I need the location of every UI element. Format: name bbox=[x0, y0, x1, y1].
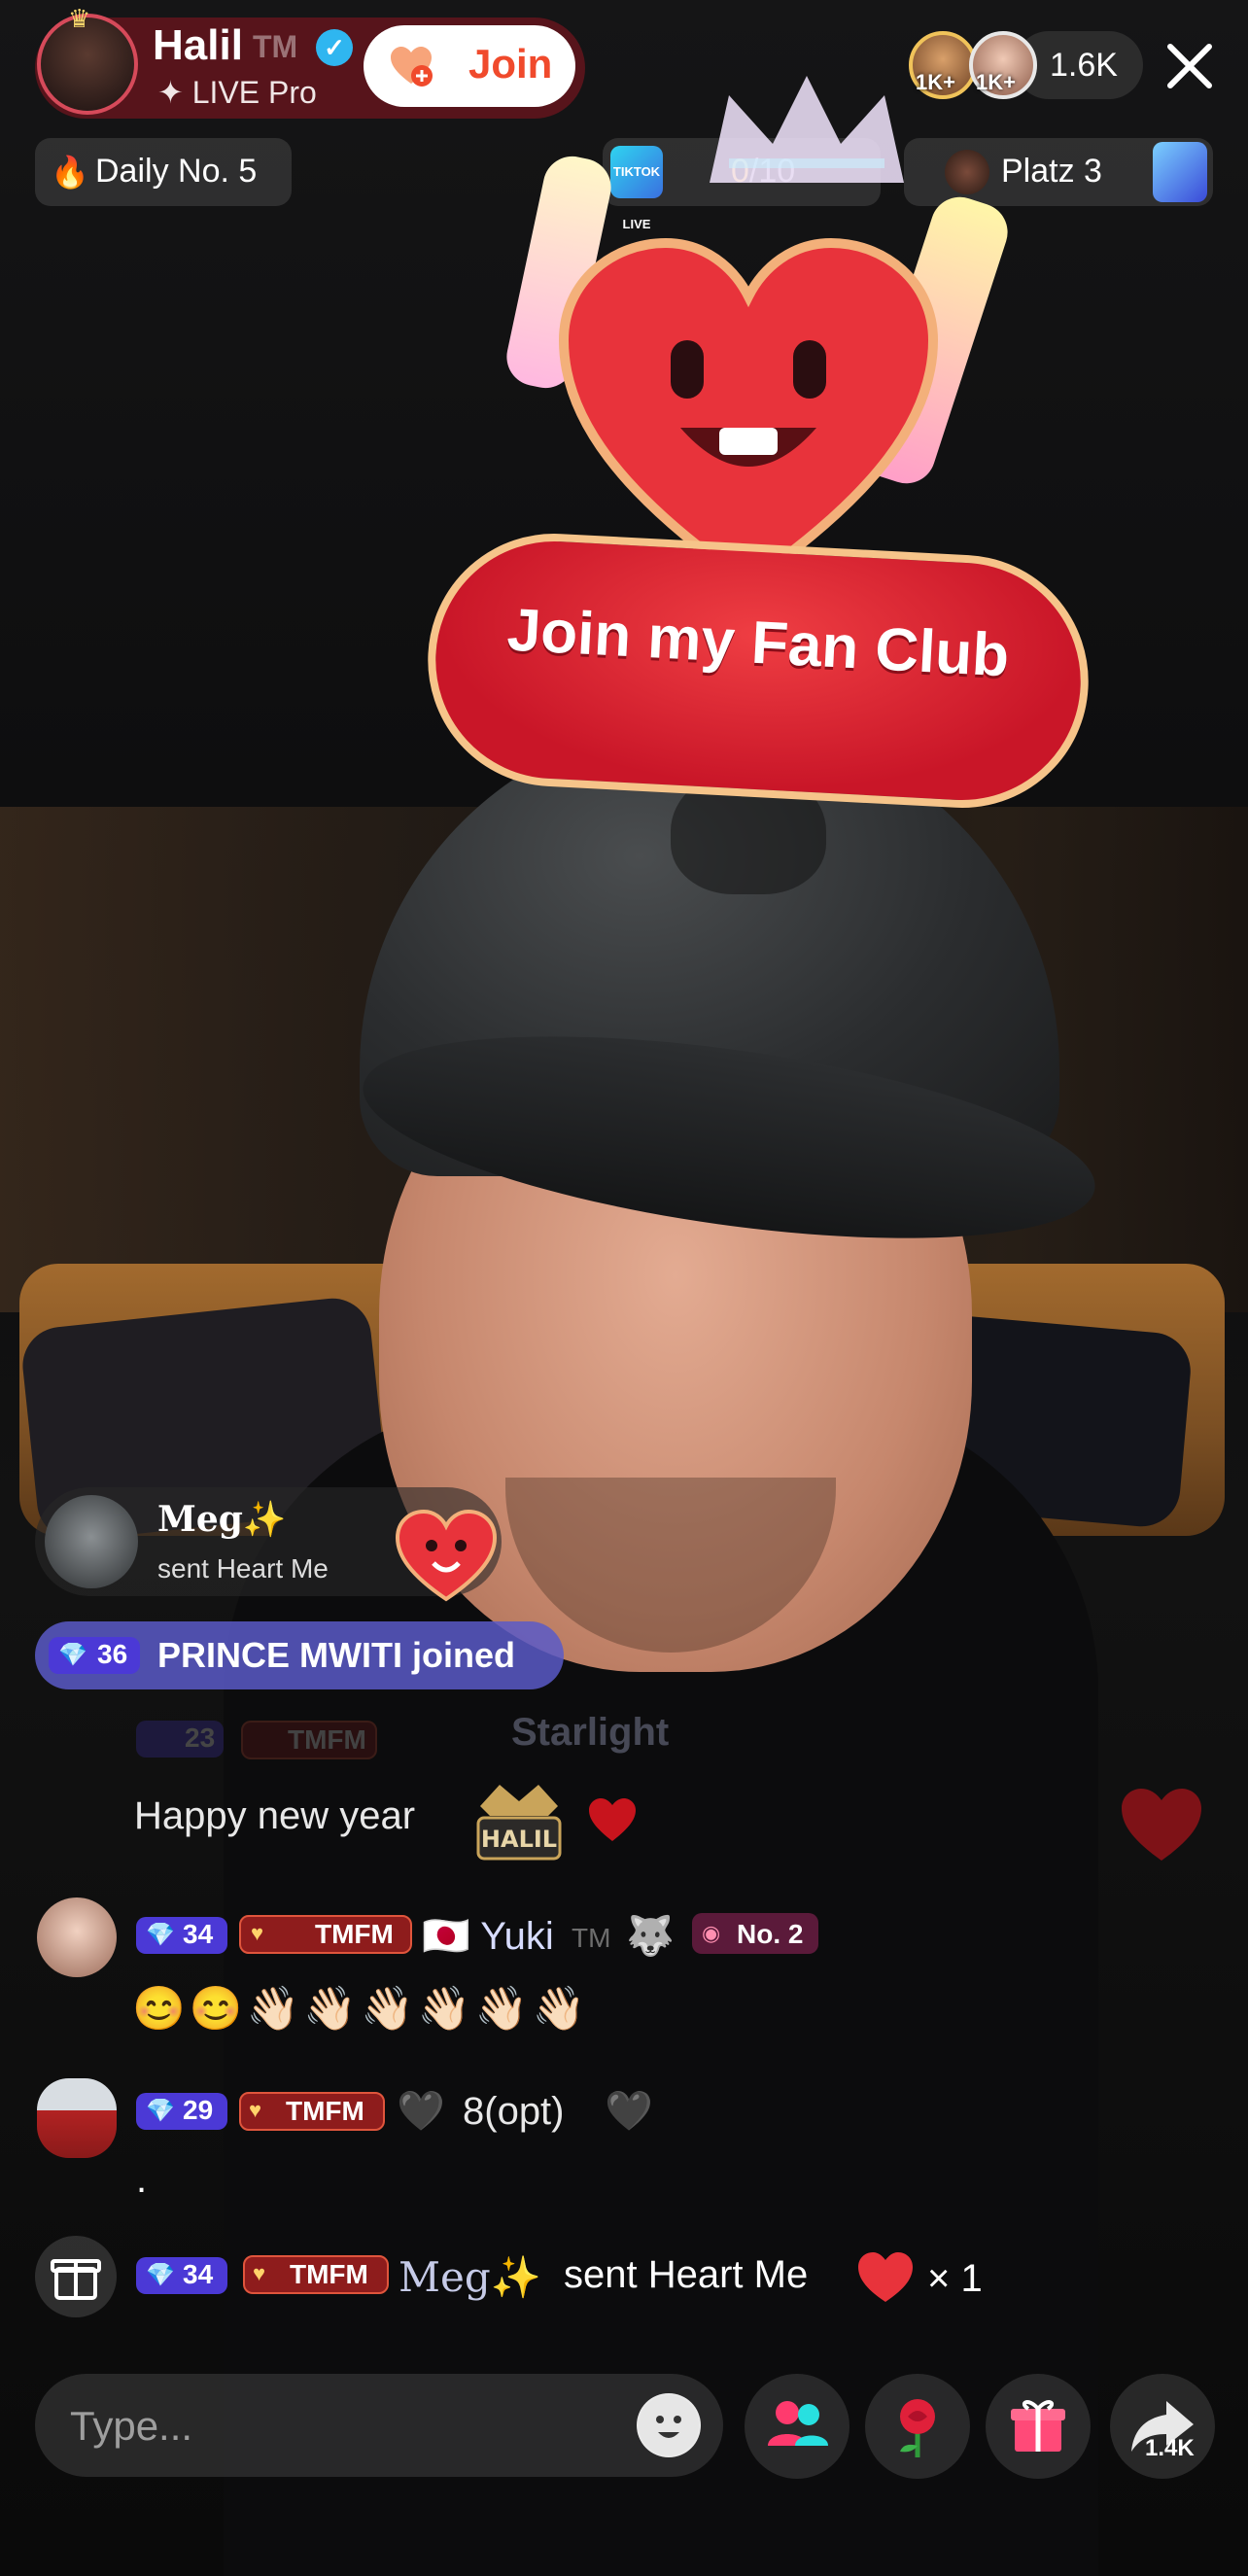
viewer-badge-2: 1K+ bbox=[976, 70, 1016, 94]
gift-line-text: sent Heart Me bbox=[564, 2253, 809, 2296]
gift-button[interactable] bbox=[986, 2374, 1091, 2479]
medal-icon: ◉ bbox=[702, 1921, 721, 1945]
diamond-icon: 💎 bbox=[58, 1642, 87, 1668]
chat-username[interactable]: 🇯🇵 Yuki bbox=[422, 1913, 554, 1959]
fan-level-icon: ♥ bbox=[251, 1921, 264, 1945]
diamond-icon: 💎 bbox=[146, 2262, 175, 2288]
gift-history-button[interactable] bbox=[35, 2236, 117, 2317]
joined-text: PRINCE MWITI joined bbox=[157, 1635, 515, 1675]
team-halil-emote-icon: HALIL bbox=[476, 1785, 562, 1861]
host-name[interactable]: Halil bbox=[153, 21, 243, 70]
host-tm-mark: TM bbox=[253, 29, 298, 64]
ranking-text[interactable]: Platz 3 bbox=[1001, 153, 1102, 191]
gift-box-icon bbox=[51, 2259, 101, 2300]
rank-badge-text: No. 2 bbox=[737, 1919, 804, 1949]
viewer-badge-1: 1K+ bbox=[916, 70, 955, 94]
close-icon[interactable] bbox=[1162, 39, 1217, 93]
faded-chat-row: 23 TMFM bbox=[39, 1711, 914, 1769]
level-number: 36 bbox=[97, 1639, 128, 1669]
host-subtitle: ✦ LIVE Pro bbox=[157, 75, 317, 110]
heart-me-gift-icon bbox=[395, 1509, 498, 1602]
join-button[interactable]: Join bbox=[364, 25, 575, 107]
heart-plus-icon bbox=[391, 47, 433, 87]
live-stream-view: ♛ Halil TM ✓ ✦ LIVE Pro Join 1K+ 1K+ 1.6… bbox=[0, 0, 1248, 2576]
daily-ranking-text[interactable]: Daily No. 5 bbox=[95, 153, 257, 191]
diamond-icon: 💎 bbox=[146, 2098, 175, 2124]
fan-level-icon: ♥ bbox=[249, 2098, 262, 2122]
level-number: 34 bbox=[183, 2259, 214, 2289]
black-heart-icon: 🖤 bbox=[605, 2090, 653, 2133]
share-count: 1.4K bbox=[1145, 2435, 1195, 2461]
comment-placeholder[interactable]: Type... bbox=[70, 2403, 192, 2450]
rank-avatar bbox=[945, 150, 989, 194]
chat-emoji-message: 😊😊👋🏻👋🏻👋🏻👋🏻👋🏻👋🏻 bbox=[132, 1985, 590, 2033]
tiktok-gift-icon[interactable] bbox=[1153, 142, 1207, 202]
chat-message-text: Happy new year bbox=[134, 1794, 416, 1837]
chat-username-text: Yuki bbox=[480, 1915, 554, 1958]
fan-level-icon: ♥ bbox=[253, 2261, 266, 2285]
tmfm-text: TMFM bbox=[286, 2096, 364, 2126]
rose-gift-button[interactable] bbox=[865, 2374, 970, 2479]
viewer-count[interactable]: 1.6K bbox=[1050, 47, 1118, 85]
faded-tmfm-text: TMFM bbox=[288, 1724, 366, 1755]
gift-sender-name[interactable]: Meg✨ bbox=[399, 2253, 541, 2302]
multi-guest-button[interactable] bbox=[745, 2374, 849, 2479]
floating-heart-icon bbox=[1122, 1789, 1201, 1861]
share-arrow-icon bbox=[1131, 2401, 1194, 2452]
fire-icon: 🔥 bbox=[51, 155, 89, 190]
wolf-icon: 🐺 bbox=[626, 1915, 675, 1958]
tmfm-text: TMFM bbox=[290, 2259, 368, 2289]
live-goal-icon: TIKTOK LIVE bbox=[610, 146, 663, 231]
chat-username[interactable]: 8(opt) bbox=[463, 2090, 565, 2134]
verified-icon: ✓ bbox=[316, 29, 353, 66]
gift-count: × 1 bbox=[927, 2257, 983, 2300]
heart-me-small-icon bbox=[858, 2252, 913, 2302]
host-subtitle-text: LIVE Pro bbox=[191, 75, 317, 110]
chat-avatar-yuki[interactable] bbox=[37, 1897, 117, 1977]
share-button[interactable] bbox=[1110, 2374, 1215, 2479]
gifter-name: Meg✨ bbox=[157, 1499, 287, 1540]
gift-description: sent Heart Me bbox=[157, 1553, 329, 1584]
crown-sticker-icon bbox=[710, 76, 904, 183]
svg-text:HALIL: HALIL bbox=[481, 1826, 557, 1853]
chat-avatar-car[interactable] bbox=[37, 2078, 117, 2158]
gifter-avatar[interactable] bbox=[45, 1495, 138, 1588]
join-label: Join bbox=[468, 41, 553, 87]
chat-message-text: . bbox=[136, 2158, 148, 2201]
crown-icon: ♛ bbox=[68, 4, 91, 33]
faded-level: 23 bbox=[185, 1723, 216, 1753]
people-icon bbox=[768, 2401, 828, 2446]
faded-username: Starlight bbox=[511, 1711, 670, 1754]
level-number: 29 bbox=[183, 2095, 214, 2125]
gift-icon bbox=[1011, 2400, 1065, 2452]
red-heart-icon bbox=[589, 1798, 636, 1841]
level-number: 34 bbox=[183, 1919, 214, 1949]
emoji-icon[interactable] bbox=[637, 2393, 701, 2457]
chat-username-tm: TM bbox=[572, 1923, 611, 1953]
diamond-icon: 💎 bbox=[146, 1922, 175, 1948]
tmfm-text: TMFM bbox=[315, 1919, 394, 1949]
black-heart-icon: 🖤 bbox=[397, 2090, 445, 2133]
rose-icon bbox=[900, 2399, 935, 2457]
